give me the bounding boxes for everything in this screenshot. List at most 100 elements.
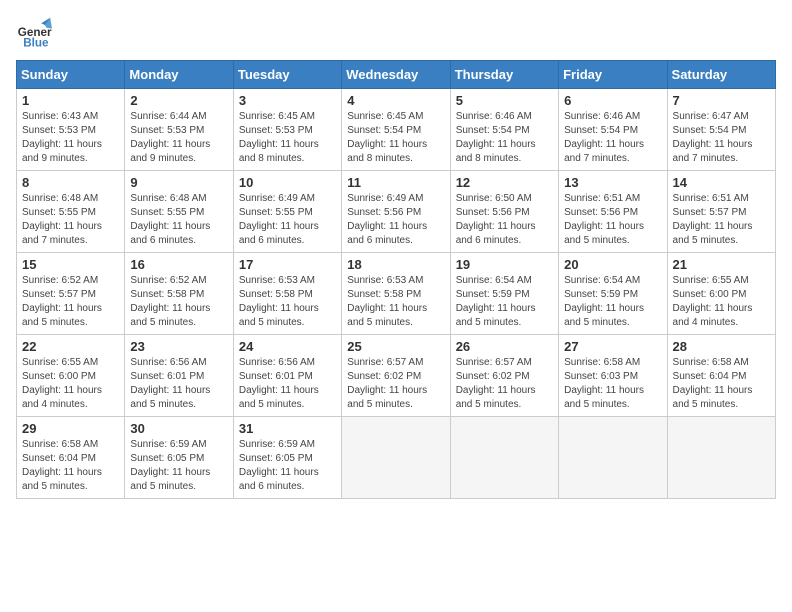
calendar-cell: 14 Sunrise: 6:51 AM Sunset: 5:57 PM Dayli…	[667, 171, 775, 253]
day-detail: Sunrise: 6:46 AM Sunset: 5:54 PM Dayligh…	[456, 110, 553, 166]
day-number: 6	[564, 93, 661, 108]
calendar-cell: 2 Sunrise: 6:44 AM Sunset: 5:53 PM Daylig…	[125, 89, 233, 171]
page-header: General Blue	[16, 16, 776, 52]
calendar-cell: 22 Sunrise: 6:55 AM Sunset: 6:00 PM Dayli…	[17, 335, 125, 417]
day-header-friday: Friday	[559, 61, 667, 89]
calendar-cell: 13 Sunrise: 6:51 AM Sunset: 5:56 PM Dayli…	[559, 171, 667, 253]
day-detail: Sunrise: 6:45 AM Sunset: 5:53 PM Dayligh…	[239, 110, 336, 166]
week-row-5: 29Sunrise: 6:58 AM Sunset: 6:04 PM Dayli…	[17, 417, 776, 499]
day-header-wednesday: Wednesday	[342, 61, 450, 89]
day-number: 30	[130, 421, 227, 436]
day-detail: Sunrise: 6:43 AM Sunset: 5:53 PM Dayligh…	[22, 110, 119, 166]
calendar-header-row: SundayMondayTuesdayWednesdayThursdayFrid…	[17, 61, 776, 89]
calendar-cell: 12Sunrise: 6:50 AM Sunset: 5:56 PM Dayli…	[450, 171, 558, 253]
calendar-cell	[450, 417, 558, 499]
week-row-4: 22 Sunrise: 6:55 AM Sunset: 6:00 PM Dayli…	[17, 335, 776, 417]
day-detail: Sunrise: 6:49 AM Sunset: 5:56 PM Dayligh…	[347, 192, 444, 248]
day-number: 19	[456, 257, 553, 272]
day-header-saturday: Saturday	[667, 61, 775, 89]
calendar-cell: 19Sunrise: 6:54 AM Sunset: 5:59 PM Dayli…	[450, 253, 558, 335]
calendar-cell: 10Sunrise: 6:49 AM Sunset: 5:55 PM Dayli…	[233, 171, 341, 253]
calendar-cell: 25Sunrise: 6:57 AM Sunset: 6:02 PM Dayli…	[342, 335, 450, 417]
day-number: 3	[239, 93, 336, 108]
logo-icon: General Blue	[16, 16, 52, 52]
day-detail: Sunrise: 6:49 AM Sunset: 5:55 PM Dayligh…	[239, 192, 336, 248]
day-number: 1	[22, 93, 119, 108]
day-number: 17	[239, 257, 336, 272]
calendar-cell: 16Sunrise: 6:52 AM Sunset: 5:58 PM Dayli…	[125, 253, 233, 335]
day-detail: Sunrise: 6:53 AM Sunset: 5:58 PM Dayligh…	[239, 274, 336, 330]
day-detail: Sunrise: 6:45 AM Sunset: 5:54 PM Dayligh…	[347, 110, 444, 166]
day-number: 18	[347, 257, 444, 272]
calendar-cell: 28 Sunrise: 6:58 AM Sunset: 6:04 PM Dayli…	[667, 335, 775, 417]
calendar-cell: 5 Sunrise: 6:46 AM Sunset: 5:54 PM Daylig…	[450, 89, 558, 171]
day-number: 8	[22, 175, 119, 190]
day-detail: Sunrise: 6:46 AM Sunset: 5:54 PM Dayligh…	[564, 110, 661, 166]
day-detail: Sunrise: 6:44 AM Sunset: 5:53 PM Dayligh…	[130, 110, 227, 166]
day-number: 24	[239, 339, 336, 354]
day-detail: Sunrise: 6:55 AM Sunset: 6:00 PM Dayligh…	[22, 356, 119, 412]
calendar-cell: 4 Sunrise: 6:45 AM Sunset: 5:54 PM Daylig…	[342, 89, 450, 171]
week-row-3: 15 Sunrise: 6:52 AM Sunset: 5:57 PM Dayli…	[17, 253, 776, 335]
day-detail: Sunrise: 6:51 AM Sunset: 5:57 PM Dayligh…	[673, 192, 770, 248]
calendar-cell: 31 Sunrise: 6:59 AM Sunset: 6:05 PM Dayli…	[233, 417, 341, 499]
calendar-cell: 7 Sunrise: 6:47 AM Sunset: 5:54 PM Daylig…	[667, 89, 775, 171]
day-detail: Sunrise: 6:55 AM Sunset: 6:00 PM Dayligh…	[673, 274, 770, 330]
day-detail: Sunrise: 6:58 AM Sunset: 6:03 PM Dayligh…	[564, 356, 661, 412]
calendar-cell: 26Sunrise: 6:57 AM Sunset: 6:02 PM Dayli…	[450, 335, 558, 417]
day-number: 5	[456, 93, 553, 108]
day-detail: Sunrise: 6:58 AM Sunset: 6:04 PM Dayligh…	[22, 438, 119, 494]
calendar-cell: 3 Sunrise: 6:45 AM Sunset: 5:53 PM Daylig…	[233, 89, 341, 171]
day-detail: Sunrise: 6:56 AM Sunset: 6:01 PM Dayligh…	[239, 356, 336, 412]
calendar-cell	[667, 417, 775, 499]
day-header-thursday: Thursday	[450, 61, 558, 89]
day-number: 11	[347, 175, 444, 190]
calendar-cell: 20 Sunrise: 6:54 AM Sunset: 5:59 PM Dayli…	[559, 253, 667, 335]
day-detail: Sunrise: 6:59 AM Sunset: 6:05 PM Dayligh…	[130, 438, 227, 494]
calendar-cell: 27 Sunrise: 6:58 AM Sunset: 6:03 PM Dayli…	[559, 335, 667, 417]
day-number: 21	[673, 257, 770, 272]
day-detail: Sunrise: 6:58 AM Sunset: 6:04 PM Dayligh…	[673, 356, 770, 412]
calendar-cell: 17 Sunrise: 6:53 AM Sunset: 5:58 PM Dayli…	[233, 253, 341, 335]
calendar-cell: 23 Sunrise: 6:56 AM Sunset: 6:01 PM Dayli…	[125, 335, 233, 417]
day-detail: Sunrise: 6:54 AM Sunset: 5:59 PM Dayligh…	[564, 274, 661, 330]
day-number: 12	[456, 175, 553, 190]
day-number: 14	[673, 175, 770, 190]
calendar-cell: 9Sunrise: 6:48 AM Sunset: 5:55 PM Daylig…	[125, 171, 233, 253]
day-detail: Sunrise: 6:52 AM Sunset: 5:58 PM Dayligh…	[130, 274, 227, 330]
day-header-tuesday: Tuesday	[233, 61, 341, 89]
day-detail: Sunrise: 6:52 AM Sunset: 5:57 PM Dayligh…	[22, 274, 119, 330]
day-number: 2	[130, 93, 227, 108]
day-detail: Sunrise: 6:56 AM Sunset: 6:01 PM Dayligh…	[130, 356, 227, 412]
day-number: 13	[564, 175, 661, 190]
day-number: 23	[130, 339, 227, 354]
calendar-cell: 1 Sunrise: 6:43 AM Sunset: 5:53 PM Daylig…	[17, 89, 125, 171]
day-number: 26	[456, 339, 553, 354]
day-header-sunday: Sunday	[17, 61, 125, 89]
svg-text:Blue: Blue	[23, 37, 49, 50]
day-number: 15	[22, 257, 119, 272]
day-detail: Sunrise: 6:53 AM Sunset: 5:58 PM Dayligh…	[347, 274, 444, 330]
calendar-cell: 11 Sunrise: 6:49 AM Sunset: 5:56 PM Dayli…	[342, 171, 450, 253]
calendar-cell: 29Sunrise: 6:58 AM Sunset: 6:04 PM Dayli…	[17, 417, 125, 499]
day-detail: Sunrise: 6:57 AM Sunset: 6:02 PM Dayligh…	[347, 356, 444, 412]
day-number: 27	[564, 339, 661, 354]
week-row-2: 8 Sunrise: 6:48 AM Sunset: 5:55 PM Daylig…	[17, 171, 776, 253]
day-detail: Sunrise: 6:59 AM Sunset: 6:05 PM Dayligh…	[239, 438, 336, 494]
calendar-cell: 15 Sunrise: 6:52 AM Sunset: 5:57 PM Dayli…	[17, 253, 125, 335]
day-number: 20	[564, 257, 661, 272]
day-detail: Sunrise: 6:48 AM Sunset: 5:55 PM Dayligh…	[22, 192, 119, 248]
day-detail: Sunrise: 6:47 AM Sunset: 5:54 PM Dayligh…	[673, 110, 770, 166]
calendar-cell: 18 Sunrise: 6:53 AM Sunset: 5:58 PM Dayli…	[342, 253, 450, 335]
calendar-body: 1 Sunrise: 6:43 AM Sunset: 5:53 PM Daylig…	[17, 89, 776, 499]
day-number: 28	[673, 339, 770, 354]
calendar-cell: 8 Sunrise: 6:48 AM Sunset: 5:55 PM Daylig…	[17, 171, 125, 253]
day-detail: Sunrise: 6:51 AM Sunset: 5:56 PM Dayligh…	[564, 192, 661, 248]
week-row-1: 1 Sunrise: 6:43 AM Sunset: 5:53 PM Daylig…	[17, 89, 776, 171]
calendar-table: SundayMondayTuesdayWednesdayThursdayFrid…	[16, 60, 776, 499]
day-number: 31	[239, 421, 336, 436]
day-number: 7	[673, 93, 770, 108]
day-detail: Sunrise: 6:48 AM Sunset: 5:55 PM Dayligh…	[130, 192, 227, 248]
day-number: 22	[22, 339, 119, 354]
day-number: 4	[347, 93, 444, 108]
